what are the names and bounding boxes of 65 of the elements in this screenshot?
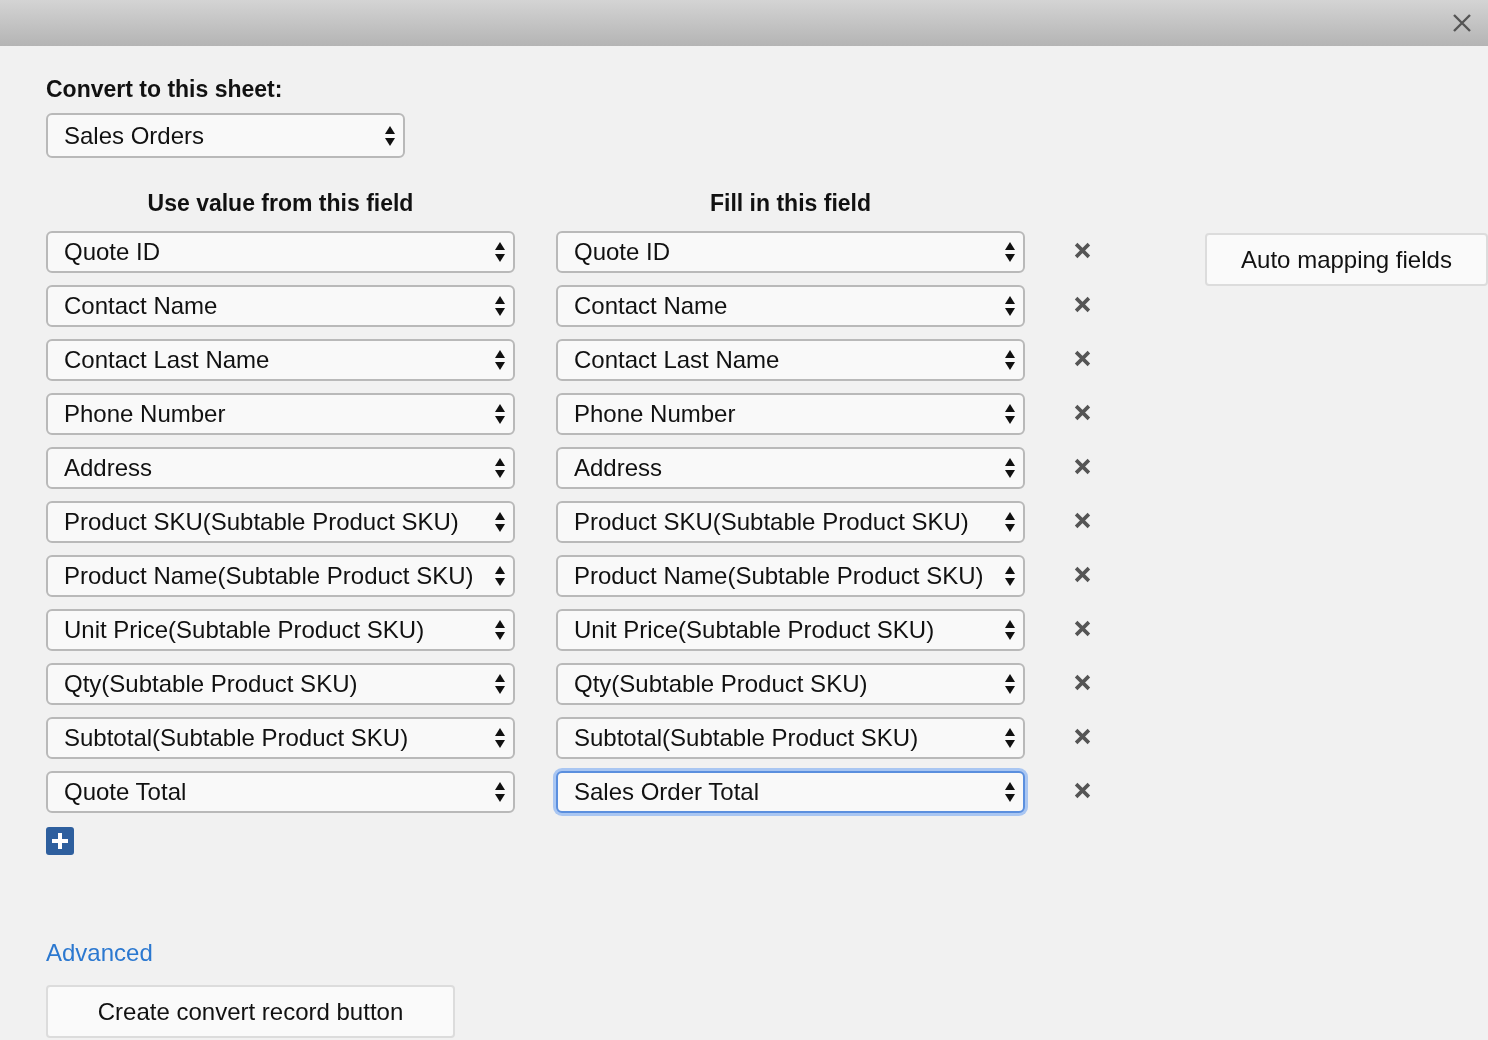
source-field-select[interactable]: Product Name(Subtable Product SKU) — [46, 555, 515, 597]
caret-icon — [495, 349, 505, 371]
remove-icon[interactable] — [1074, 457, 1091, 475]
add-icon[interactable] — [46, 827, 74, 855]
source-field-select[interactable]: Contact Name — [46, 285, 515, 327]
caret-icon — [1005, 457, 1015, 479]
source-field-select[interactable]: Qty(Subtable Product SKU) — [46, 663, 515, 705]
caret-icon — [1005, 727, 1015, 749]
source-field-select[interactable]: Quote Total — [46, 771, 515, 813]
caret-icon — [1005, 403, 1015, 425]
close-icon[interactable] — [1452, 13, 1472, 33]
advanced-link[interactable]: Advanced — [46, 939, 153, 967]
caret-icon — [1005, 349, 1015, 371]
source-field-select[interactable]: Address — [46, 447, 515, 489]
caret-icon — [385, 124, 395, 147]
source-field-select[interactable]: Product SKU(Subtable Product SKU) — [46, 501, 515, 543]
caret-icon — [495, 781, 505, 803]
target-field-select[interactable]: Contact Last Name — [556, 339, 1025, 381]
caret-icon — [495, 511, 505, 533]
caret-icon — [495, 619, 505, 641]
remove-icon[interactable] — [1074, 403, 1091, 421]
target-field-select[interactable]: Product Name(Subtable Product SKU) — [556, 555, 1025, 597]
target-field-select[interactable]: Phone Number — [556, 393, 1025, 435]
remove-icon[interactable] — [1074, 295, 1091, 313]
remove-icon[interactable] — [1074, 781, 1091, 799]
create-convert-button[interactable]: Create convert record button — [46, 985, 455, 1038]
caret-icon — [1005, 673, 1015, 695]
caret-icon — [495, 403, 505, 425]
column-header: Use value from this field — [146, 190, 415, 217]
caret-icon — [1005, 619, 1015, 641]
caret-icon — [495, 241, 505, 263]
remove-icon[interactable] — [1074, 565, 1091, 583]
column-header: Fill in this field — [709, 190, 872, 217]
caret-icon — [495, 295, 505, 317]
target-field-select[interactable]: Subtotal(Subtable Product SKU) — [556, 717, 1025, 759]
target-field-select[interactable]: Product SKU(Subtable Product SKU) — [556, 501, 1025, 543]
remove-icon[interactable] — [1074, 511, 1091, 529]
caret-icon — [1005, 511, 1015, 533]
caret-icon — [495, 727, 505, 749]
caret-icon — [1005, 565, 1015, 587]
source-field-select[interactable]: Unit Price(Subtable Product SKU) — [46, 609, 515, 651]
target-field-select[interactable]: Sales Order Total — [556, 771, 1025, 813]
caret-icon — [495, 565, 505, 587]
caret-icon — [495, 673, 505, 695]
remove-icon[interactable] — [1074, 241, 1091, 259]
caret-icon — [1005, 241, 1015, 263]
remove-icon[interactable] — [1074, 727, 1091, 745]
target-field-select[interactable]: Unit Price(Subtable Product SKU) — [556, 609, 1025, 651]
target-field-select[interactable]: Address — [556, 447, 1025, 489]
source-field-select[interactable]: Contact Last Name — [46, 339, 515, 381]
target-field-select[interactable]: Contact Name — [556, 285, 1025, 327]
remove-icon[interactable] — [1074, 349, 1091, 367]
source-field-select[interactable]: Subtotal(Subtable Product SKU) — [46, 717, 515, 759]
caret-icon — [495, 457, 505, 479]
source-field-select[interactable]: Phone Number — [46, 393, 515, 435]
sheet-label: Convert to this sheet: — [46, 76, 284, 103]
sheet-select[interactable]: Sales Orders — [46, 113, 405, 158]
target-field-select[interactable]: Quote ID — [556, 231, 1025, 273]
source-field-select[interactable]: Quote ID — [46, 231, 515, 273]
auto-mapping-button[interactable]: Auto mapping fields — [1205, 233, 1488, 286]
target-field-select[interactable]: Qty(Subtable Product SKU) — [556, 663, 1025, 705]
caret-icon — [1005, 295, 1015, 317]
remove-icon[interactable] — [1074, 673, 1091, 691]
remove-icon[interactable] — [1074, 619, 1091, 637]
caret-icon — [1005, 781, 1015, 803]
